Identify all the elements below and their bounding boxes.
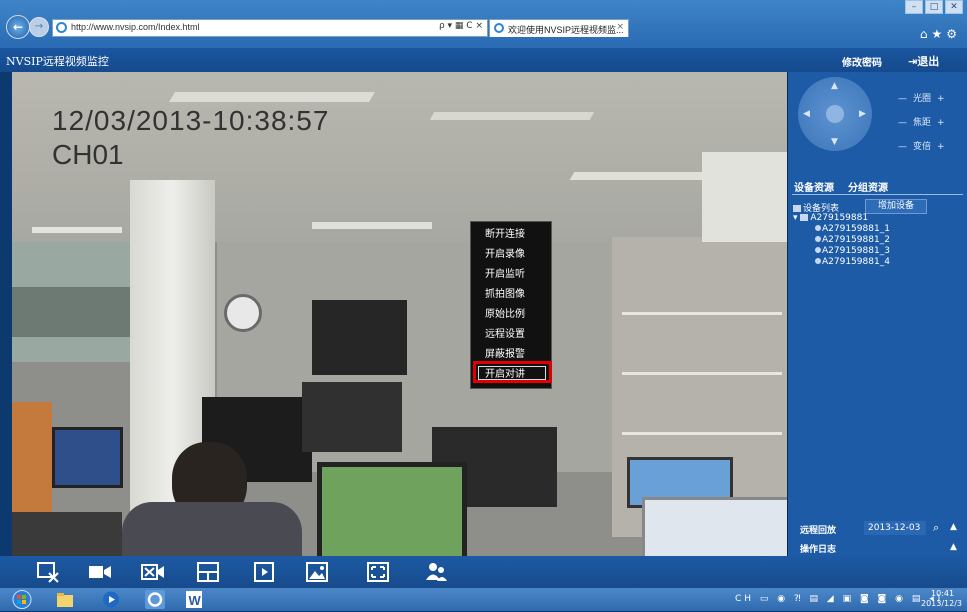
media-player-icon[interactable] bbox=[101, 590, 121, 609]
add-device-button[interactable]: 增加设备 bbox=[865, 199, 927, 214]
clock-time[interactable]: 10:41 bbox=[931, 589, 954, 598]
iris-plus[interactable]: + bbox=[937, 94, 945, 104]
focus-control: — 焦距 + bbox=[898, 115, 945, 128]
remote-playback-label: 远程回放 bbox=[800, 526, 837, 536]
camera-icon bbox=[815, 247, 821, 253]
zoom-minus[interactable]: — bbox=[898, 142, 907, 152]
users-icon[interactable] bbox=[424, 561, 448, 583]
camera-icon bbox=[815, 258, 821, 264]
browser-tab[interactable]: 欢迎使用NVSIP远程视频监... × bbox=[489, 19, 629, 37]
tree-channel-1[interactable]: A279159881_1 bbox=[815, 224, 890, 234]
ie-logo-icon bbox=[56, 22, 67, 33]
close-video-icon[interactable] bbox=[141, 561, 165, 583]
focus-label: 焦距 bbox=[913, 118, 932, 128]
menu-item-start-listening[interactable]: 开启监听 bbox=[471, 265, 551, 284]
tree-channel-4[interactable]: A279159881_4 bbox=[815, 257, 890, 267]
settings-icon[interactable]: ⚙ bbox=[946, 27, 961, 41]
windows-taskbar: W CH ▭ ◉ ⁈ ▤ ◢ ▣ ◙ ◙ ◉ ▤ ◂) 10:41 2013/1… bbox=[0, 588, 967, 611]
focus-minus[interactable]: — bbox=[898, 118, 907, 128]
tab-title: 欢迎使用NVSIP远程视频监... bbox=[508, 25, 624, 35]
menu-item-original-ratio[interactable]: 原始比例 bbox=[471, 305, 551, 324]
monitor-icon bbox=[800, 214, 809, 221]
close-window-icon[interactable] bbox=[36, 561, 60, 583]
ptz-up-icon[interactable]: ▲ bbox=[831, 81, 838, 91]
browser-chrome: – □ ✕ ← → http://www.nvsip.com/Index.htm… bbox=[0, 0, 967, 48]
right-panel: ▲ ▼ ◀ ▶ — 光圈 + — 焦距 + — 变倍 + 设备资源 分组资源 设备列表 增加… bbox=[788, 72, 967, 556]
address-tools[interactable]: ρ ▾ ▦ C × bbox=[439, 21, 483, 31]
video-timestamp: 12/03/2013-10:38:57 bbox=[52, 105, 330, 136]
tab-device-resources[interactable]: 设备资源 bbox=[794, 179, 834, 194]
forward-button[interactable]: → bbox=[29, 17, 49, 37]
tree-channel-3[interactable]: A279159881_3 bbox=[815, 246, 890, 256]
logout-link[interactable]: ⇥退出 bbox=[908, 53, 939, 69]
menu-item-start-recording[interactable]: 开启录像 bbox=[471, 245, 551, 264]
camera-icon bbox=[815, 225, 821, 231]
play-icon[interactable] bbox=[252, 561, 276, 583]
word-icon[interactable]: W bbox=[184, 590, 204, 609]
search-icon[interactable]: ⌕ bbox=[933, 521, 939, 535]
zoom-control: — 变倍 + bbox=[898, 139, 945, 152]
close-window-icon[interactable]: ✕ bbox=[945, 0, 963, 14]
video-feed[interactable]: 12/03/2013-10:38:57 CH01 bbox=[12, 72, 788, 556]
tree-channel-2[interactable]: A279159881_2 bbox=[815, 235, 890, 245]
clock-date[interactable]: 2013/12/3 bbox=[921, 599, 962, 608]
change-password-link[interactable]: 修改密码 bbox=[842, 54, 882, 69]
playback-date-input[interactable]: 2013-12-03 bbox=[864, 521, 926, 535]
record-icon[interactable] bbox=[88, 561, 112, 583]
fullscreen-icon[interactable] bbox=[366, 561, 390, 583]
ptz-center-button[interactable] bbox=[826, 105, 844, 123]
minimize-icon[interactable]: – bbox=[905, 0, 923, 14]
iris-control: — 光圈 + bbox=[898, 91, 945, 104]
ie-toolbar-icons: ⌂★⚙ bbox=[920, 27, 961, 41]
window-controls: – □ ✕ bbox=[905, 0, 963, 14]
menu-item-disconnect[interactable]: 断开连接 bbox=[471, 225, 551, 244]
snapshot-icon[interactable] bbox=[305, 561, 329, 583]
menu-item-capture-image[interactable]: 抓拍图像 bbox=[471, 285, 551, 304]
file-explorer-icon[interactable] bbox=[55, 590, 75, 609]
tree-device-node[interactable]: ▾ A279159881 bbox=[793, 213, 868, 223]
system-tray[interactable]: CH ▭ ◉ ⁈ ▤ ◢ ▣ ◙ ◙ ◉ ▤ ◂) bbox=[735, 594, 943, 604]
tabs-divider bbox=[792, 194, 963, 195]
address-bar[interactable]: http://www.nvsip.com/Index.html ρ ▾ ▦ C … bbox=[52, 19, 488, 37]
ptz-right-icon[interactable]: ▶ bbox=[859, 109, 866, 119]
app-title: NVSIP远程视频监控 bbox=[6, 55, 109, 68]
favorites-icon[interactable]: ★ bbox=[931, 27, 946, 41]
list-icon bbox=[793, 205, 801, 212]
ie-taskbar-icon[interactable] bbox=[145, 590, 165, 609]
focus-plus[interactable]: + bbox=[937, 118, 945, 128]
zoom-label: 变倍 bbox=[913, 142, 932, 152]
address-url[interactable]: http://www.nvsip.com/Index.html bbox=[71, 22, 200, 32]
ptz-control[interactable]: ▲ ▼ ◀ ▶ bbox=[798, 77, 872, 151]
camera-icon bbox=[815, 236, 821, 242]
operation-log-section[interactable]: 操作日志 ▲ bbox=[788, 539, 967, 556]
quad-split-icon[interactable] bbox=[196, 561, 220, 583]
tab-close-icon[interactable]: × bbox=[616, 22, 624, 32]
start-button-icon[interactable] bbox=[12, 590, 32, 609]
home-icon[interactable]: ⌂ bbox=[920, 27, 932, 41]
maximize-icon[interactable]: □ bbox=[925, 0, 943, 14]
video-channel: CH01 bbox=[52, 139, 124, 170]
back-button[interactable]: ← bbox=[6, 15, 30, 39]
expand-up-icon[interactable]: ▲ bbox=[950, 542, 957, 552]
remote-playback-section: 远程回放 2013-12-03 ⌕ ▲ bbox=[788, 519, 967, 537]
svg-text:W: W bbox=[189, 593, 202, 608]
tab-group-resources[interactable]: 分组资源 bbox=[848, 179, 888, 194]
operation-log-label: 操作日志 bbox=[800, 545, 837, 555]
ie-tab-icon bbox=[494, 23, 504, 33]
menu-item-remote-settings[interactable]: 远程设置 bbox=[471, 325, 551, 344]
iris-label: 光圈 bbox=[913, 94, 932, 104]
highlight-box bbox=[473, 361, 552, 383]
ptz-left-icon[interactable]: ◀ bbox=[803, 109, 810, 119]
zoom-plus[interactable]: + bbox=[937, 142, 945, 152]
ptz-down-icon[interactable]: ▼ bbox=[831, 137, 838, 147]
video-toolbar bbox=[0, 556, 967, 588]
app-header: NVSIP远程视频监控 修改密码 ⇥退出 bbox=[0, 48, 967, 72]
iris-minus[interactable]: — bbox=[898, 94, 907, 104]
collapse-up-icon[interactable]: ▲ bbox=[950, 522, 957, 532]
